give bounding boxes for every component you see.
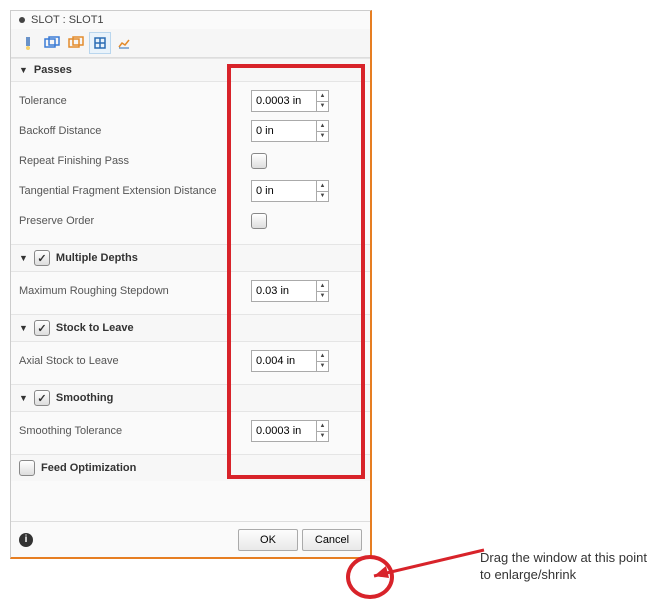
preserve-order-checkbox[interactable] [251,213,267,229]
collapse-icon: ▼ [19,65,28,75]
section-title: Passes [34,64,72,76]
section-title: Stock to Leave [56,322,134,334]
spin-up-icon[interactable]: ▲ [317,281,328,292]
spin-down-icon[interactable]: ▼ [317,292,328,302]
section-head-feed-opt[interactable]: Feed Optimization [11,454,370,481]
tolerance-field[interactable] [252,91,316,111]
axial-stock-input[interactable]: ▲▼ [251,350,329,372]
spin-down-icon[interactable]: ▼ [317,432,328,442]
preserve-order-label: Preserve Order [19,215,251,227]
axial-stock-label: Axial Stock to Leave [19,355,251,367]
footer: i OK Cancel [11,521,370,557]
title-dot-icon [19,17,25,23]
properties-panel: SLOT : SLOT1 ▼ Passes Tolerance ▲▼ Backo… [10,10,372,559]
multiple-depths-checkbox[interactable] [34,250,50,266]
spin-down-icon[interactable]: ▼ [317,102,328,112]
backoff-label: Backoff Distance [19,125,251,137]
tangential-input[interactable]: ▲▼ [251,180,329,202]
toolbar-btn-4-active[interactable] [89,32,111,54]
repeat-finishing-checkbox[interactable] [251,153,267,169]
axial-stock-field[interactable] [252,351,316,371]
spin-up-icon[interactable]: ▲ [317,181,328,192]
annotation-text: Drag the window at this point to enlarge… [480,550,650,584]
spin-up-icon[interactable]: ▲ [317,421,328,432]
collapse-icon: ▼ [19,253,28,263]
tangential-field[interactable] [252,181,316,201]
repeat-finishing-label: Repeat Finishing Pass [19,155,251,167]
spin-down-icon[interactable]: ▼ [317,132,328,142]
section-title: Feed Optimization [41,462,136,474]
spin-up-icon[interactable]: ▲ [317,351,328,362]
max-roughing-field[interactable] [252,281,316,301]
annotation-circle [346,555,394,599]
collapse-icon: ▼ [19,393,28,403]
toolbar [11,29,370,58]
section-head-smoothing[interactable]: ▼ Smoothing [11,384,370,412]
backoff-input[interactable]: ▲▼ [251,120,329,142]
smoothing-tolerance-input[interactable]: ▲▼ [251,420,329,442]
spin-down-icon[interactable]: ▼ [317,362,328,372]
ok-button[interactable]: OK [238,529,298,551]
smoothing-tolerance-field[interactable] [252,421,316,441]
feed-opt-checkbox[interactable] [19,460,35,476]
tangential-label: Tangential Fragment Extension Distance [19,185,251,197]
max-roughing-input[interactable]: ▲▼ [251,280,329,302]
toolbar-btn-3[interactable] [65,32,87,54]
backoff-field[interactable] [252,121,316,141]
toolbar-btn-1[interactable] [17,32,39,54]
tolerance-input[interactable]: ▲▼ [251,90,329,112]
spin-up-icon[interactable]: ▲ [317,91,328,102]
title-text: SLOT : SLOT1 [31,14,104,26]
spin-down-icon[interactable]: ▼ [317,192,328,202]
section-title: Multiple Depths [56,252,138,264]
collapse-icon: ▼ [19,323,28,333]
spin-up-icon[interactable]: ▲ [317,121,328,132]
section-head-multiple-depths[interactable]: ▼ Multiple Depths [11,244,370,272]
smoothing-checkbox[interactable] [34,390,50,406]
cancel-button[interactable]: Cancel [302,529,362,551]
section-head-passes[interactable]: ▼ Passes [11,58,370,82]
section-title: Smoothing [56,392,113,404]
stock-checkbox[interactable] [34,320,50,336]
toolbar-btn-5[interactable] [113,32,135,54]
title-bar: SLOT : SLOT1 [11,11,370,29]
section-head-stock[interactable]: ▼ Stock to Leave [11,314,370,342]
info-icon[interactable]: i [19,533,33,547]
annotation-arrow-icon [364,546,494,586]
smoothing-tolerance-label: Smoothing Tolerance [19,425,251,437]
toolbar-btn-2[interactable] [41,32,63,54]
tolerance-label: Tolerance [19,95,251,107]
max-roughing-label: Maximum Roughing Stepdown [19,285,251,297]
